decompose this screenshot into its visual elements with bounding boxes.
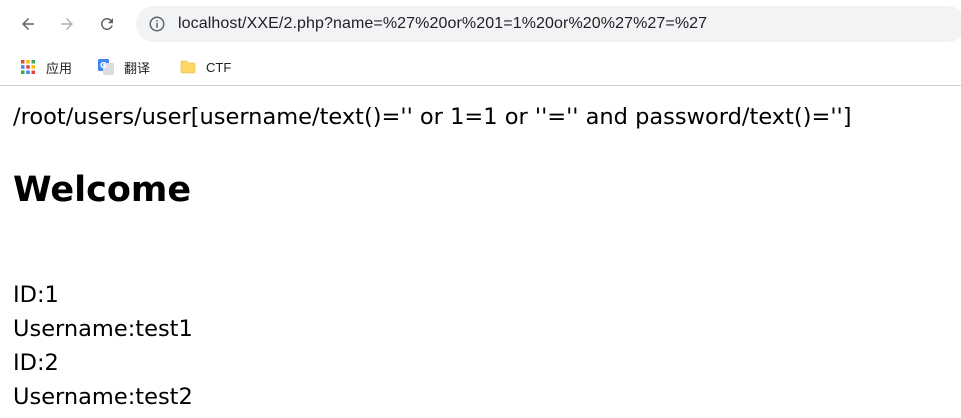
folder-icon xyxy=(180,59,196,75)
bookmark-translate[interactable]: G 翻译 xyxy=(98,54,150,80)
google-translate-icon: G xyxy=(98,59,114,75)
bookmark-apps[interactable]: 应用 xyxy=(20,54,72,80)
bookmarks-bar: 应用 G 翻译 CTF xyxy=(0,48,961,86)
reload-icon xyxy=(100,17,113,30)
xpath-query-text: /root/users/user[username/text()='' or 1… xyxy=(13,104,852,130)
page-heading: Welcome xyxy=(13,170,192,210)
back-arrow-icon xyxy=(22,18,34,30)
svg-text:G: G xyxy=(100,61,107,70)
result-line-username-1: Username:test1 xyxy=(13,316,193,342)
apps-grid-icon xyxy=(20,59,36,75)
forward-button[interactable] xyxy=(52,9,82,39)
bookmark-ctf-label: CTF xyxy=(206,59,232,75)
result-line-id-1: ID:1 xyxy=(13,282,59,308)
back-button[interactable] xyxy=(13,9,43,39)
forward-arrow-icon xyxy=(61,18,73,30)
browser-toolbar: localhost/XXE/2.php?name=%27%20or%201=1%… xyxy=(0,0,961,48)
reload-button[interactable] xyxy=(92,9,122,39)
info-icon[interactable] xyxy=(148,15,166,33)
url-text[interactable]: localhost/XXE/2.php?name=%27%20or%201=1%… xyxy=(178,15,707,33)
bookmark-ctf[interactable]: CTF xyxy=(180,54,231,80)
bookmark-translate-label: 翻译 xyxy=(124,60,151,76)
result-line-username-2: Username:test2 xyxy=(13,384,193,410)
address-bar[interactable]: localhost/XXE/2.php?name=%27%20or%201=1%… xyxy=(136,6,961,42)
result-line-id-2: ID:2 xyxy=(13,350,59,376)
bookmark-apps-label: 应用 xyxy=(46,60,73,76)
